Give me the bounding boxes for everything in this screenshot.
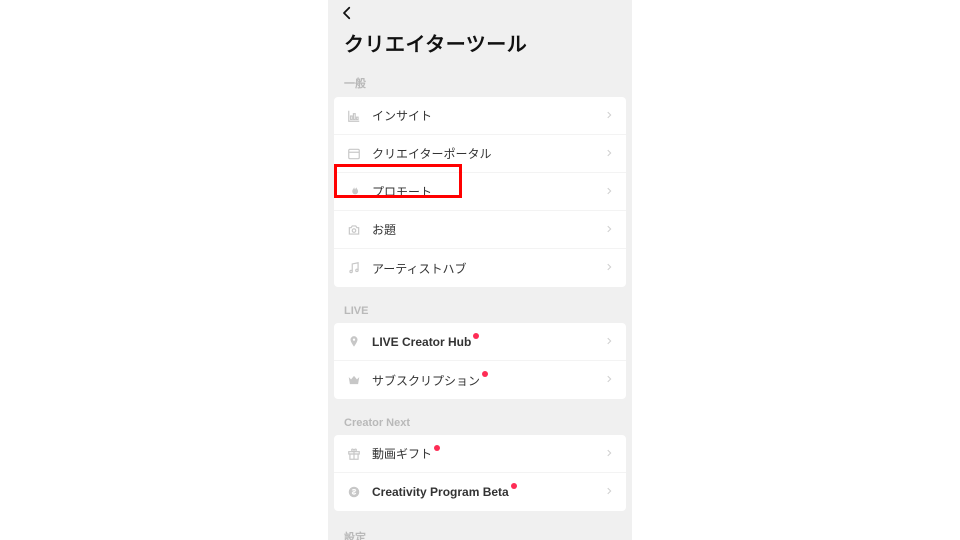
row-label: アーティストハブ: [372, 260, 604, 277]
row-subscription[interactable]: サブスクリプション: [334, 361, 626, 399]
row-label: プロモート: [372, 183, 604, 200]
pin-icon: [346, 334, 362, 350]
row-label: お題: [372, 221, 604, 238]
row-label: サブスクリプション: [372, 372, 604, 389]
row-label: LIVE Creator Hub: [372, 335, 604, 349]
row-label: 動画ギフト: [372, 445, 604, 462]
camera-icon: [346, 222, 362, 238]
chevron-right-icon: [604, 259, 614, 277]
row-creator-portal[interactable]: クリエイターポータル: [334, 135, 626, 173]
chevron-right-icon: [604, 183, 614, 201]
notification-dot-icon: [473, 333, 479, 339]
notification-dot-icon: [511, 483, 517, 489]
row-artist-hub[interactable]: アーティストハブ: [334, 249, 626, 287]
crown-icon: [346, 372, 362, 388]
row-promote[interactable]: プロモート: [334, 173, 626, 211]
section-label-creator-next: Creator Next: [328, 409, 632, 435]
chevron-right-icon: [604, 145, 614, 163]
chart-bar-icon: [346, 108, 362, 124]
row-label: Creativity Program Beta: [372, 485, 604, 499]
section-label-settings: 設定: [328, 521, 632, 540]
row-label-text: Creativity Program Beta: [372, 485, 509, 499]
chevron-right-icon: [604, 221, 614, 239]
music-note-icon: [346, 260, 362, 276]
settings-pane: クリエイターツール 一般 インサイト クリエイターポータル: [328, 0, 632, 540]
back-icon[interactable]: [338, 4, 622, 22]
flame-icon: [346, 184, 362, 200]
page-title: クリエイターツール: [328, 22, 632, 67]
group-live: LIVE Creator Hub サブスクリプション: [334, 323, 626, 399]
row-insights[interactable]: インサイト: [334, 97, 626, 135]
chevron-right-icon: [604, 333, 614, 351]
section-label-general: 一般: [328, 67, 632, 97]
row-live-creator-hub[interactable]: LIVE Creator Hub: [334, 323, 626, 361]
row-label-text: LIVE Creator Hub: [372, 335, 471, 349]
notification-dot-icon: [434, 445, 440, 451]
portal-icon: [346, 146, 362, 162]
row-creativity-program[interactable]: Creativity Program Beta: [334, 473, 626, 511]
row-label: クリエイターポータル: [372, 145, 604, 162]
dollar-circle-icon: [346, 484, 362, 500]
group-general: インサイト クリエイターポータル プロモート: [334, 97, 626, 287]
chevron-right-icon: [604, 483, 614, 501]
section-label-live: LIVE: [328, 297, 632, 323]
row-odai[interactable]: お題: [334, 211, 626, 249]
chevron-right-icon: [604, 445, 614, 463]
chevron-right-icon: [604, 371, 614, 389]
row-label-text: サブスクリプション: [372, 372, 480, 389]
row-label: インサイト: [372, 107, 604, 124]
row-label-text: 動画ギフト: [372, 445, 432, 462]
gift-icon: [346, 446, 362, 462]
chevron-right-icon: [604, 107, 614, 125]
group-creator-next: 動画ギフト Creativity Program Beta: [334, 435, 626, 511]
notification-dot-icon: [482, 371, 488, 377]
row-video-gift[interactable]: 動画ギフト: [334, 435, 626, 473]
